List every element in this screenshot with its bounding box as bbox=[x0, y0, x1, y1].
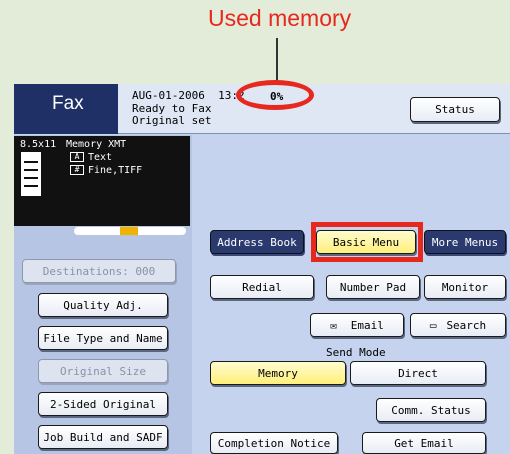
email-button[interactable]: ✉ Email bbox=[310, 313, 404, 337]
used-memory-annotation: Used memory bbox=[208, 5, 352, 31]
envelope-icon: ✉ bbox=[330, 318, 337, 332]
file-type-button[interactable]: File Type and Name bbox=[38, 326, 168, 350]
send-mode-label: Send Mode bbox=[326, 346, 386, 359]
resolution-icon: # bbox=[70, 165, 84, 175]
monitor-button[interactable]: Monitor bbox=[424, 275, 506, 299]
comm-status-button[interactable]: Comm. Status bbox=[376, 398, 486, 422]
direct-mode-button[interactable]: Direct bbox=[350, 361, 486, 385]
original-status: Original set bbox=[132, 114, 212, 127]
search-button[interactable]: ▭ Search bbox=[410, 313, 506, 337]
two-sided-original-button[interactable]: 2-Sided Original bbox=[38, 392, 168, 416]
search-label: Search bbox=[446, 318, 487, 332]
get-email-button[interactable]: Get Email bbox=[362, 432, 486, 454]
quality-adj-button[interactable]: Quality Adj. bbox=[38, 293, 168, 317]
book-icon: ▭ bbox=[429, 318, 437, 332]
app-title: Fax bbox=[14, 84, 118, 134]
status-info: AUG-01-2006 13:2 Ready to Fax Original s… bbox=[132, 89, 245, 128]
memory-highlight-ellipse bbox=[236, 80, 314, 110]
original-size-button[interactable]: Original Size bbox=[38, 359, 168, 383]
status-button[interactable]: Status bbox=[410, 97, 500, 122]
resolution: Fine,TIFF bbox=[88, 165, 143, 176]
contrast-slider-thumb[interactable] bbox=[120, 227, 138, 235]
redial-button[interactable]: Redial bbox=[210, 275, 314, 299]
tab-address-book[interactable]: Address Book bbox=[210, 230, 304, 254]
document-icon bbox=[21, 152, 41, 196]
job-build-button[interactable]: Job Build and SADF bbox=[38, 425, 168, 449]
email-label: Email bbox=[350, 318, 384, 332]
original-mode: Text bbox=[88, 152, 113, 163]
contrast-slider[interactable] bbox=[74, 227, 186, 235]
memory-xmt: Memory XMT bbox=[66, 139, 127, 150]
date-time: AUG-01-2006 13:2 bbox=[132, 89, 245, 102]
header-bar: Fax AUG-01-2006 13:2 Ready to Fax Origin… bbox=[14, 80, 510, 134]
paper-size: 8.5x11 bbox=[20, 139, 57, 150]
ready-status: Ready to Fax bbox=[132, 101, 212, 115]
fax-panel-screen: Fax AUG-01-2006 13:2 Ready to Fax Origin… bbox=[14, 80, 510, 454]
basic-menu-highlight bbox=[311, 222, 423, 262]
tab-more-menus[interactable]: More Menus bbox=[424, 230, 506, 254]
destinations-button[interactable]: Destinations: 000 bbox=[22, 259, 176, 283]
completion-notice-button[interactable]: Completion Notice bbox=[210, 432, 338, 454]
number-pad-button[interactable]: Number Pad bbox=[326, 275, 420, 299]
text-mode-icon: A bbox=[70, 152, 84, 162]
memory-mode-button[interactable]: Memory bbox=[210, 361, 346, 385]
annotation-pointer-line bbox=[276, 38, 278, 84]
